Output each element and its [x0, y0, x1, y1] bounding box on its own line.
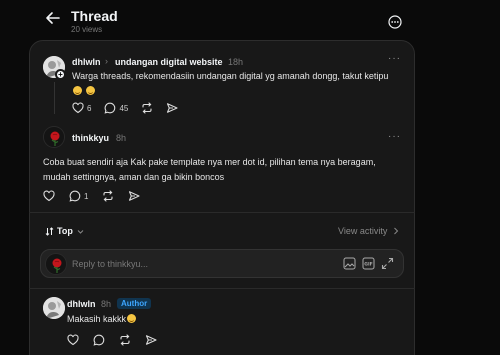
smile-emoji-icon — [127, 314, 137, 323]
username[interactable]: thinkkyu — [72, 133, 109, 143]
repost-button[interactable] — [119, 334, 131, 346]
comment-button[interactable]: 1 — [69, 190, 88, 202]
heart-icon — [43, 190, 55, 202]
smile-emoji-icon — [73, 86, 82, 95]
follow-plus-icon[interactable]: + — [55, 69, 66, 80]
post-body: Warga threads, rekomendasiin undangan di… — [72, 71, 389, 81]
reply-placeholder: Reply to thinkkyu... — [72, 259, 149, 269]
comment-button[interactable]: 45 — [104, 102, 128, 114]
post-time: 18h — [228, 57, 244, 67]
sort-icon — [45, 226, 54, 236]
reply-text-line: mudah settingnya, aman dan ga bikin bonc… — [43, 172, 225, 182]
comment-icon — [93, 334, 105, 346]
share-icon — [128, 190, 141, 202]
post-time: 8h — [116, 133, 127, 143]
reply-actions: 1 — [43, 190, 141, 202]
back-arrow-icon[interactable] — [44, 9, 62, 27]
post-emoji-row — [72, 84, 95, 99]
thread-header: Thread 20 views — [0, 0, 500, 40]
post-text: Warga threads, rekomendasiin undangan di… — [72, 69, 402, 84]
expand-icon[interactable] — [381, 257, 394, 270]
divider — [29, 212, 415, 213]
like-button[interactable]: 6 — [72, 102, 91, 114]
heart-icon — [72, 102, 84, 114]
like-button[interactable] — [67, 334, 79, 346]
more-circle-icon[interactable] — [388, 15, 402, 29]
chevron-right-icon — [393, 227, 399, 235]
reply-count: 1 — [84, 191, 89, 201]
post-menu-icon[interactable]: ··· — [388, 131, 401, 142]
share-icon — [145, 334, 157, 346]
svg-text:GIF: GIF — [364, 262, 372, 268]
like-button[interactable] — [43, 190, 55, 202]
topic-tag[interactable]: undangan digital website — [115, 57, 223, 67]
gif-icon[interactable]: GIF — [362, 257, 375, 270]
share-icon — [166, 102, 178, 114]
heart-icon — [67, 334, 79, 346]
author-reply-text: Makasih kakkk — [67, 312, 137, 327]
like-count: 6 — [87, 103, 92, 113]
reply-text-line: Coba buat sendiri aja Kak pake template … — [43, 157, 376, 167]
repost-icon — [102, 190, 114, 202]
username[interactable]: dhlwln — [72, 57, 101, 67]
avatar[interactable] — [43, 297, 65, 319]
post-time: 8h — [101, 299, 112, 309]
view-count: 20 views — [71, 25, 103, 34]
chevron-right-icon: › — [105, 56, 108, 66]
repost-icon — [119, 334, 131, 346]
author-badge: Author — [117, 298, 152, 309]
sort-dropdown[interactable]: Top — [45, 226, 84, 236]
sort-label: Top — [57, 226, 73, 236]
repost-button[interactable] — [141, 102, 153, 114]
username[interactable]: dhlwln — [67, 299, 96, 309]
share-button[interactable] — [145, 334, 157, 346]
comment-icon — [104, 102, 116, 114]
view-activity-link[interactable]: View activity — [338, 226, 399, 236]
smile-emoji-icon — [85, 86, 95, 95]
comment-button[interactable] — [93, 334, 105, 346]
reply-count: 45 — [119, 103, 129, 113]
share-button[interactable] — [166, 102, 178, 114]
author-reply-actions — [67, 334, 157, 346]
image-icon[interactable] — [343, 257, 356, 270]
comment-icon — [69, 190, 81, 202]
repost-button[interactable] — [102, 190, 114, 202]
repost-icon — [141, 102, 153, 114]
reply-text: Coba buat sendiri aja Kak pake template … — [43, 155, 408, 185]
post-menu-icon[interactable]: ··· — [388, 53, 401, 64]
divider — [29, 288, 415, 289]
post-actions: 6 45 — [72, 102, 178, 114]
share-button[interactable] — [128, 190, 141, 202]
rose-avatar[interactable] — [43, 126, 65, 148]
view-activity-label: View activity — [338, 226, 388, 236]
rose-avatar — [45, 253, 67, 275]
chevron-down-icon — [77, 228, 84, 235]
page-title: Thread — [71, 8, 118, 24]
thread-connector-line — [54, 82, 55, 114]
author-reply-body: Makasih kakkk — [67, 314, 127, 324]
